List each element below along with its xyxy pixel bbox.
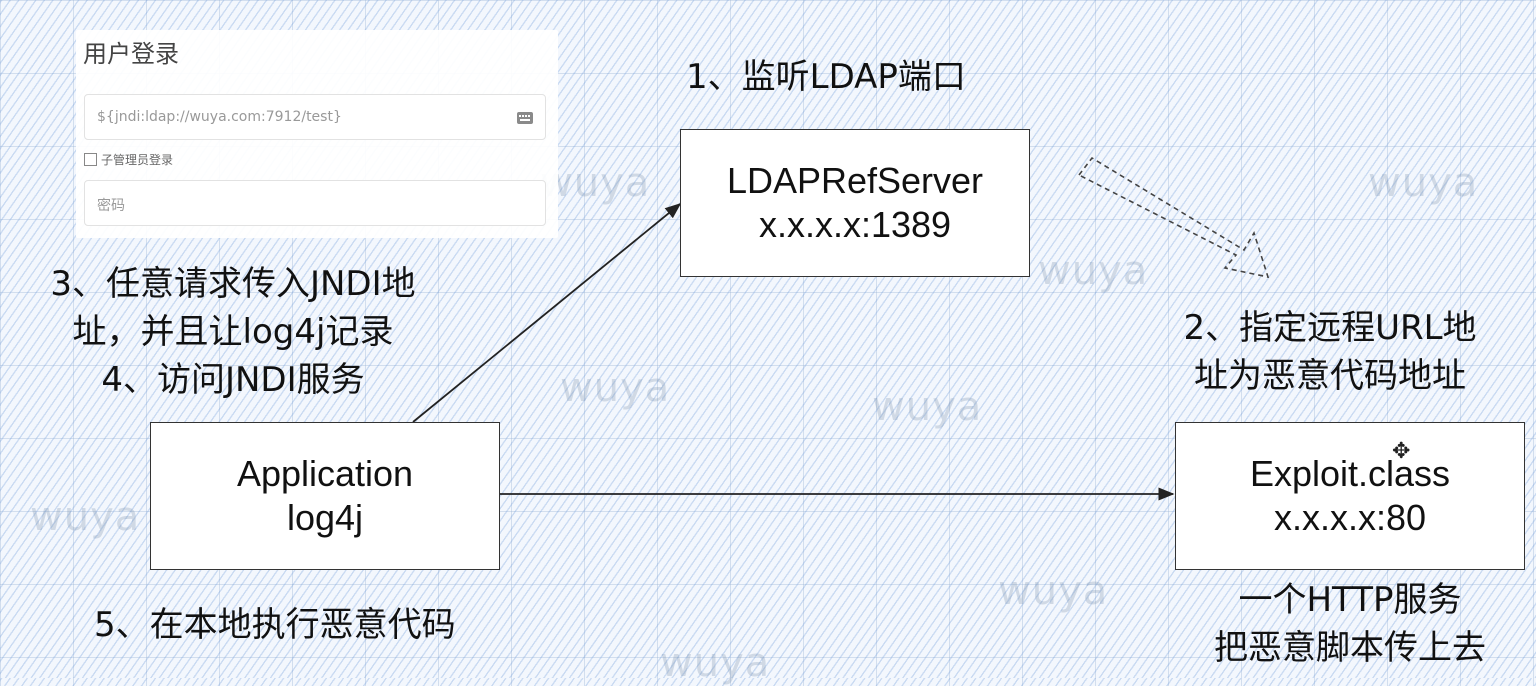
step5-label: 5、在本地执行恶意代码 [94,605,456,645]
step3-line1: 3、任意请求传入JNDI地 [50,264,416,304]
http-note-line1: 一个HTTP服务 [1238,580,1462,620]
application-name: Application [236,453,414,494]
application-library: log4j [286,497,364,538]
exploit-address: x.x.x.x:80 [1273,497,1427,538]
step3-line2: 址，并且让log4j记录 [72,312,394,352]
dashed-redirect-arrow [1077,156,1270,279]
http-service-note: 一个HTTP服务 把恶意脚本传上去 [1170,576,1530,672]
step2-line2: 址为恶意代码地址 [1194,356,1466,396]
http-note-line2: 把恶意脚本传上去 [1214,628,1486,668]
exploit-name: Exploit.class [1249,453,1451,494]
ldap-ref-server-node: LDAPRefServer x.x.x.x:1389 [680,129,1030,277]
step1-label: 1、监听LDAP端口 [686,57,966,97]
step2-label: 2、指定远程URL地 址为恶意代码地址 [1150,304,1510,400]
ldap-server-name: LDAPRefServer [726,160,984,201]
step4-line: 4、访问JNDI服务 [101,360,365,400]
diagram-canvas: wuya wuya wuya wuya wuya wuya wuya wuya … [0,0,1536,686]
step3-4-label: 3、任意请求传入JNDI地 址，并且让log4j记录 4、访问JNDI服务 [10,260,456,404]
application-node: Application log4j [150,422,500,570]
move-cursor-icon: ✥ [1392,439,1411,464]
ldap-server-address: x.x.x.x:1389 [758,204,952,245]
step2-line1: 2、指定远程URL地 [1183,308,1477,348]
exploit-class-node: Exploit.class x.x.x.x:80 [1175,422,1525,570]
